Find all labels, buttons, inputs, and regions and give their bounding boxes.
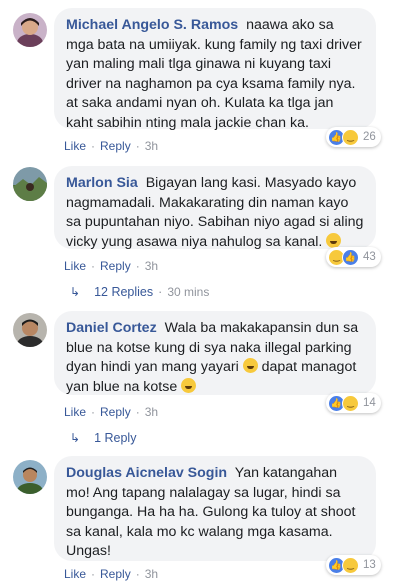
like-button[interactable]: Like [64, 567, 86, 581]
commenter-name[interactable]: Douglas Aicnelav Sogin [66, 465, 227, 481]
haha-icon: ‿ [342, 556, 359, 574]
reply-button[interactable]: Reply [100, 567, 131, 581]
replies-time: 30 mins [167, 285, 210, 299]
separator: · [158, 285, 163, 299]
reaction-summary[interactable]: 👍 ‿ 14 [326, 393, 381, 413]
like-button[interactable]: Like [64, 259, 86, 273]
separator: · [135, 259, 140, 273]
comment-actions: Like · Reply · 3h [64, 259, 158, 273]
timestamp[interactable]: 3h [145, 567, 158, 581]
comment-actions: Like · Reply · 3h [64, 567, 158, 581]
comment-bubble: Michael Angelo S. Ramos naawa ako sa mga… [54, 8, 376, 131]
view-replies[interactable]: ↳ 12 Replies · 30 mins [70, 285, 209, 299]
rolling-laughing-emoji-icon [181, 377, 197, 393]
like-button[interactable]: Like [64, 405, 86, 419]
avatar[interactable] [13, 460, 47, 494]
timestamp[interactable]: 3h [145, 139, 158, 153]
reaction-count: 14 [363, 397, 376, 409]
comment-bubble: Daniel Cortez Wala ba makakapansin dun s… [54, 311, 376, 395]
smiling-halo-emoji-icon [242, 358, 258, 373]
like-button[interactable]: Like [64, 139, 86, 153]
avatar[interactable] [13, 13, 47, 47]
timestamp[interactable]: 3h [145, 405, 158, 419]
reply-button[interactable]: Reply [100, 139, 131, 153]
haha-icon: ‿ [342, 394, 359, 412]
reply-arrow-icon: ↳ [70, 285, 81, 299]
separator: · [91, 259, 96, 273]
reply-arrow-icon: ↳ [70, 431, 81, 445]
reaction-summary[interactable]: 👍 ‿ 13 [326, 555, 381, 575]
replies-link[interactable]: 12 Replies [94, 285, 153, 299]
separator: · [135, 567, 140, 581]
commenter-name[interactable]: Marlon Sia [66, 175, 138, 191]
comment-bubble: Marlon Sia Bigayan lang kasi. Masyado ka… [54, 166, 376, 250]
separator: · [91, 405, 96, 419]
haha-icon: ‿ [342, 128, 359, 146]
avatar[interactable] [13, 167, 47, 201]
grinning-emoji-icon [326, 232, 342, 248]
reaction-summary[interactable]: ‿ 👍 43 [326, 247, 381, 267]
separator: · [135, 405, 140, 419]
reaction-summary[interactable]: 👍 ‿ 26 [326, 127, 381, 147]
comment-bubble: Douglas Aicnelav Sogin Yan katangahan mo… [54, 456, 376, 561]
like-icon: 👍 [342, 248, 359, 266]
separator: · [91, 567, 96, 581]
commenter-name[interactable]: Daniel Cortez [66, 320, 157, 336]
reaction-count: 43 [363, 251, 376, 263]
comment-actions: Like · Reply · 3h [64, 405, 158, 419]
separator: · [91, 139, 96, 153]
comment-text: naawa ako sa mga bata na umiiyak. kung f… [66, 17, 362, 131]
reply-button[interactable]: Reply [100, 259, 131, 273]
timestamp[interactable]: 3h [145, 259, 158, 273]
commenter-name[interactable]: Michael Angelo S. Ramos [66, 17, 238, 33]
avatar[interactable] [13, 313, 47, 347]
replies-link[interactable]: 1 Reply [94, 431, 136, 445]
comment-actions: Like · Reply · 3h [64, 139, 158, 153]
reply-button[interactable]: Reply [100, 405, 131, 419]
reaction-count: 26 [363, 131, 376, 143]
view-replies[interactable]: ↳ 1 Reply [70, 431, 136, 445]
reaction-count: 13 [363, 559, 376, 571]
separator: · [135, 139, 140, 153]
